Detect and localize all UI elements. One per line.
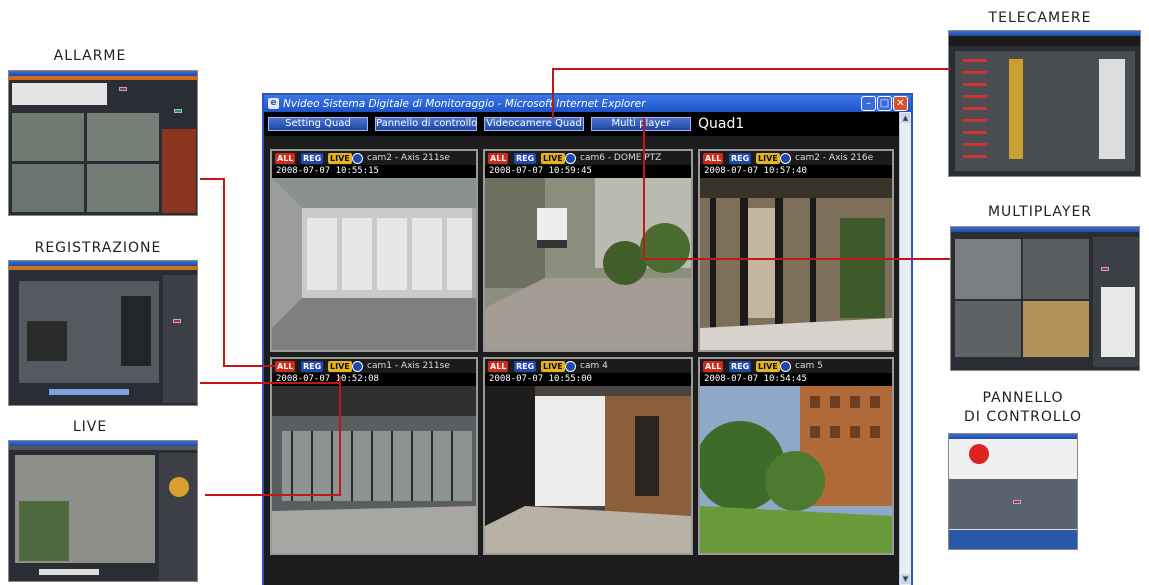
camera-view bbox=[485, 178, 691, 350]
timestamp: 2008-07-07 10:55:15 bbox=[272, 165, 476, 178]
scroll-up-icon[interactable]: ▲ bbox=[901, 113, 910, 123]
live-badge[interactable]: LIVE bbox=[541, 153, 565, 164]
live-badge[interactable]: LIVE bbox=[541, 361, 565, 372]
timestamp: 2008-07-07 10:54:45 bbox=[700, 373, 892, 386]
camera-tile[interactable]: ALL REG LIVE cam1 - Axis 211se 2008-07-07 1… bbox=[270, 357, 478, 555]
timestamp: 2008-07-07 10:55:00 bbox=[485, 373, 691, 386]
connector-line bbox=[643, 118, 645, 259]
caption-pannello-line1: PANNELLO bbox=[982, 390, 1064, 406]
reg-badge[interactable]: REG bbox=[301, 361, 324, 372]
all-badge[interactable]: ALL bbox=[488, 361, 509, 372]
thumb-allarme[interactable] bbox=[8, 70, 198, 216]
live-badge[interactable]: LIVE bbox=[328, 361, 352, 372]
camera-name: cam2 - Axis 216e bbox=[795, 153, 874, 163]
camera-tile[interactable]: ALL REG LIVE cam2 - Axis 216e 2008-07-07 10… bbox=[698, 149, 894, 352]
pannello-controllo-button[interactable]: Pannello di controllo bbox=[375, 117, 477, 131]
connector-line bbox=[200, 382, 340, 384]
camera-tile[interactable]: ALL REG LIVE cam2 - Axis 211se 2008-07-07 1… bbox=[270, 149, 478, 352]
stage: ALLARME REGISTRAZIONE LIVE TELECAMERE MU… bbox=[0, 0, 1149, 585]
all-badge[interactable]: ALL bbox=[488, 153, 509, 164]
minimize-button[interactable]: – bbox=[861, 96, 876, 111]
connector-line bbox=[643, 258, 950, 260]
title-bar: e Nvideo Sistema Digitale di Monitoraggi… bbox=[264, 95, 911, 112]
ie-icon: e bbox=[268, 98, 279, 109]
live-badge[interactable]: LIVE bbox=[756, 361, 780, 372]
camera-name: cam2 - Axis 211se bbox=[367, 153, 450, 163]
all-badge[interactable]: ALL bbox=[275, 153, 296, 164]
timestamp: 2008-07-07 10:59:45 bbox=[485, 165, 691, 178]
multi-player-button[interactable]: Multi player bbox=[591, 117, 691, 131]
main-window: e Nvideo Sistema Digitale di Monitoraggi… bbox=[262, 93, 913, 585]
camera-name: cam 4 bbox=[580, 361, 608, 371]
connector-line bbox=[223, 365, 275, 367]
vertical-scrollbar[interactable]: ▲ ▼ bbox=[899, 112, 911, 585]
record-icon[interactable] bbox=[780, 361, 791, 372]
live-badge[interactable]: LIVE bbox=[756, 153, 780, 164]
camera-view bbox=[700, 386, 892, 553]
window-title: Nvideo Sistema Digitale di Monitoraggio … bbox=[283, 97, 646, 110]
caption-registrazione: REGISTRAZIONE bbox=[34, 240, 162, 256]
scroll-down-icon[interactable]: ▼ bbox=[901, 574, 910, 584]
record-icon[interactable] bbox=[352, 361, 363, 372]
caption-multiplayer: MULTIPLAYER bbox=[987, 204, 1093, 220]
reg-badge[interactable]: REG bbox=[514, 361, 537, 372]
record-icon[interactable] bbox=[352, 153, 363, 164]
thumb-multiplayer[interactable] bbox=[950, 226, 1140, 371]
connector-line bbox=[552, 68, 554, 118]
connector-line bbox=[552, 68, 950, 70]
connector-line bbox=[339, 376, 341, 495]
thumb-pannello[interactable] bbox=[948, 433, 1078, 550]
camera-name: cam 5 bbox=[795, 361, 823, 371]
thumb-registrazione[interactable] bbox=[8, 260, 198, 406]
live-badge[interactable]: LIVE bbox=[328, 153, 352, 164]
maximize-button[interactable]: □ bbox=[877, 96, 892, 111]
reg-badge[interactable]: REG bbox=[301, 153, 324, 164]
camera-tile[interactable]: ALL REG LIVE cam 5 2008-07-07 10:54:45 bbox=[698, 357, 894, 555]
reg-badge[interactable]: REG bbox=[514, 153, 537, 164]
camera-view bbox=[272, 178, 476, 350]
camera-tile[interactable]: ALL REG LIVE cam6 - DOME PTZ 2008-07-07 10:… bbox=[483, 149, 693, 352]
camera-name: cam6 - DOME PTZ bbox=[580, 153, 662, 163]
camera-view bbox=[272, 386, 476, 553]
caption-live: LIVE bbox=[72, 419, 108, 435]
nav-toolbar: Setting Quad Pannello di controllo Video… bbox=[264, 112, 901, 136]
thumb-live[interactable] bbox=[8, 440, 198, 582]
camera-tile[interactable]: ALL REG LIVE cam 4 2008-07-07 10:55:00 bbox=[483, 357, 693, 555]
record-icon[interactable] bbox=[565, 153, 576, 164]
reg-badge[interactable]: REG bbox=[729, 153, 752, 164]
timestamp: 2008-07-07 10:52:08 bbox=[272, 373, 476, 386]
connector-line bbox=[205, 494, 341, 496]
quad-label: Quad1 bbox=[698, 116, 745, 132]
videocamere-quad-button[interactable]: Videocamere Quad bbox=[484, 117, 584, 131]
caption-telecamere: TELECAMERE bbox=[988, 10, 1092, 26]
setting-quad-button[interactable]: Setting Quad bbox=[268, 117, 368, 131]
all-badge[interactable]: ALL bbox=[703, 361, 724, 372]
timestamp: 2008-07-07 10:57:40 bbox=[700, 165, 892, 178]
record-icon[interactable] bbox=[565, 361, 576, 372]
caption-allarme: ALLARME bbox=[53, 48, 127, 64]
thumb-telecamere[interactable] bbox=[948, 30, 1141, 177]
connector-line bbox=[200, 178, 224, 180]
connector-line bbox=[223, 178, 225, 366]
close-button[interactable]: ✕ bbox=[893, 96, 908, 111]
caption-pannello-line2: DI CONTROLLO bbox=[963, 409, 1083, 425]
camera-view bbox=[485, 386, 691, 553]
camera-name: cam1 - Axis 211se bbox=[367, 361, 450, 371]
all-badge[interactable]: ALL bbox=[275, 361, 296, 372]
camera-view bbox=[700, 178, 892, 350]
all-badge[interactable]: ALL bbox=[703, 153, 724, 164]
reg-badge[interactable]: REG bbox=[729, 361, 752, 372]
record-icon[interactable] bbox=[780, 153, 791, 164]
